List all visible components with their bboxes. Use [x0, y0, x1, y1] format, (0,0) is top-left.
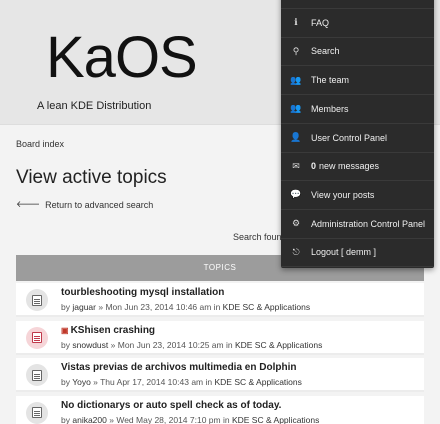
- user-icon: 👤: [290, 132, 302, 142]
- topic-forum-link[interactable]: KDE SC & Applications: [232, 415, 319, 424]
- menu-item-faq[interactable]: ℹ FAQ: [281, 9, 434, 38]
- kaos-logo[interactable]: KaOS: [46, 26, 216, 90]
- topic-row[interactable]: ▣ KShisen crashing by snowdust » Mon Jun 2…: [16, 320, 424, 355]
- topic-title-link[interactable]: Vistas previas de archivos multimedia en…: [61, 362, 296, 373]
- info-icon: ℹ: [294, 17, 298, 28]
- menu-item-new-messages[interactable]: ✉ 0 new messages: [281, 152, 434, 182]
- menu-item-search[interactable]: ⚲ Search: [281, 37, 434, 67]
- search-found-count: Search foun: [233, 232, 282, 242]
- breadcrumb[interactable]: Board index: [16, 139, 64, 149]
- arrow-left-icon: 🡐: [16, 199, 41, 209]
- comments-icon: 💬: [290, 189, 302, 200]
- topic-forum-link[interactable]: KDE SC & Applications: [235, 340, 322, 350]
- topic-author-link[interactable]: Yoyo: [72, 377, 91, 387]
- logo-text: KaOS: [46, 25, 198, 90]
- topic-meta: by Yoyo » Thu Apr 17, 2014 10:43 am in K…: [61, 377, 302, 387]
- breadcrumb-board-index[interactable]: Board index: [16, 139, 64, 149]
- menu-item-logout-demm[interactable]: ⎋ Logout [ demm ]: [281, 238, 434, 268]
- menu-item-the-team[interactable]: 👥 The team: [281, 66, 434, 96]
- search-icon: ⚲: [292, 45, 300, 56]
- back-link-label: Return to advanced search: [45, 199, 154, 210]
- topic-title-link[interactable]: ▣ KShisen crashing: [61, 325, 155, 336]
- topic-meta: by jaguar » Mon Jun 23, 2014 10:46 am in…: [61, 302, 311, 312]
- topic-title-link[interactable]: tourbleshooting mysql installation: [61, 287, 224, 298]
- menu-item-view-your-posts[interactable]: 💬 View your posts: [281, 181, 434, 210]
- topic-title-link[interactable]: No dictionarys or auto spell check as of…: [61, 400, 281, 411]
- topic-status-icon: [26, 326, 48, 349]
- envelope-icon: ✉: [292, 160, 300, 171]
- topic-status-icon: [26, 364, 48, 386]
- topic-row[interactable]: tourbleshooting mysql installation by jag…: [16, 283, 424, 317]
- quick-links-dropdown: ⌂Board indexℹFAQ⚲Search👥The team👥Members…: [281, 0, 434, 268]
- topic-status-icon: [26, 401, 48, 424]
- unread-count: 0: [311, 161, 317, 172]
- topic-author-link[interactable]: jaguar: [72, 302, 96, 312]
- topic-forum-link[interactable]: KDE SC & Applications: [223, 302, 310, 312]
- menu-item-administration-control-panel[interactable]: ⚙ Administration Control Panel: [281, 210, 434, 239]
- gear-icon: ⚙: [291, 218, 301, 229]
- topic-row[interactable]: No dictionarys or auto spell check as of…: [16, 395, 424, 424]
- logout-icon: ⎋: [292, 246, 300, 257]
- site-tagline: A lean KDE Distribution: [37, 100, 152, 112]
- topic-row[interactable]: Vistas previas de archivos multimedia en…: [16, 358, 424, 392]
- members-icon: 👥: [290, 103, 302, 114]
- menu-item-board-index[interactable]: ⌂Board index: [281, 0, 434, 9]
- topic-meta: by snowdust » Mon Jun 23, 2014 10:25 am …: [61, 339, 323, 350]
- menu-item-user-control-panel[interactable]: 👤 User Control Panel: [281, 124, 434, 153]
- topic-meta: by anika200 » Wed May 28, 2014 7:10 pm i…: [61, 414, 320, 424]
- attachment-icon: ▣: [61, 325, 69, 335]
- topic-author-link[interactable]: anika200: [72, 415, 107, 424]
- topic-author-link[interactable]: snowdust: [72, 340, 108, 350]
- menu-item-members[interactable]: 👥 Members: [281, 95, 434, 124]
- topic-status-icon: [26, 289, 48, 311]
- topic-forum-link[interactable]: KDE SC & Applications: [214, 377, 301, 387]
- return-to-advanced-search-link[interactable]: 🡐 Return to advanced search: [16, 199, 153, 210]
- team-icon: 👥: [290, 74, 302, 85]
- page-title: View active topics: [16, 167, 167, 188]
